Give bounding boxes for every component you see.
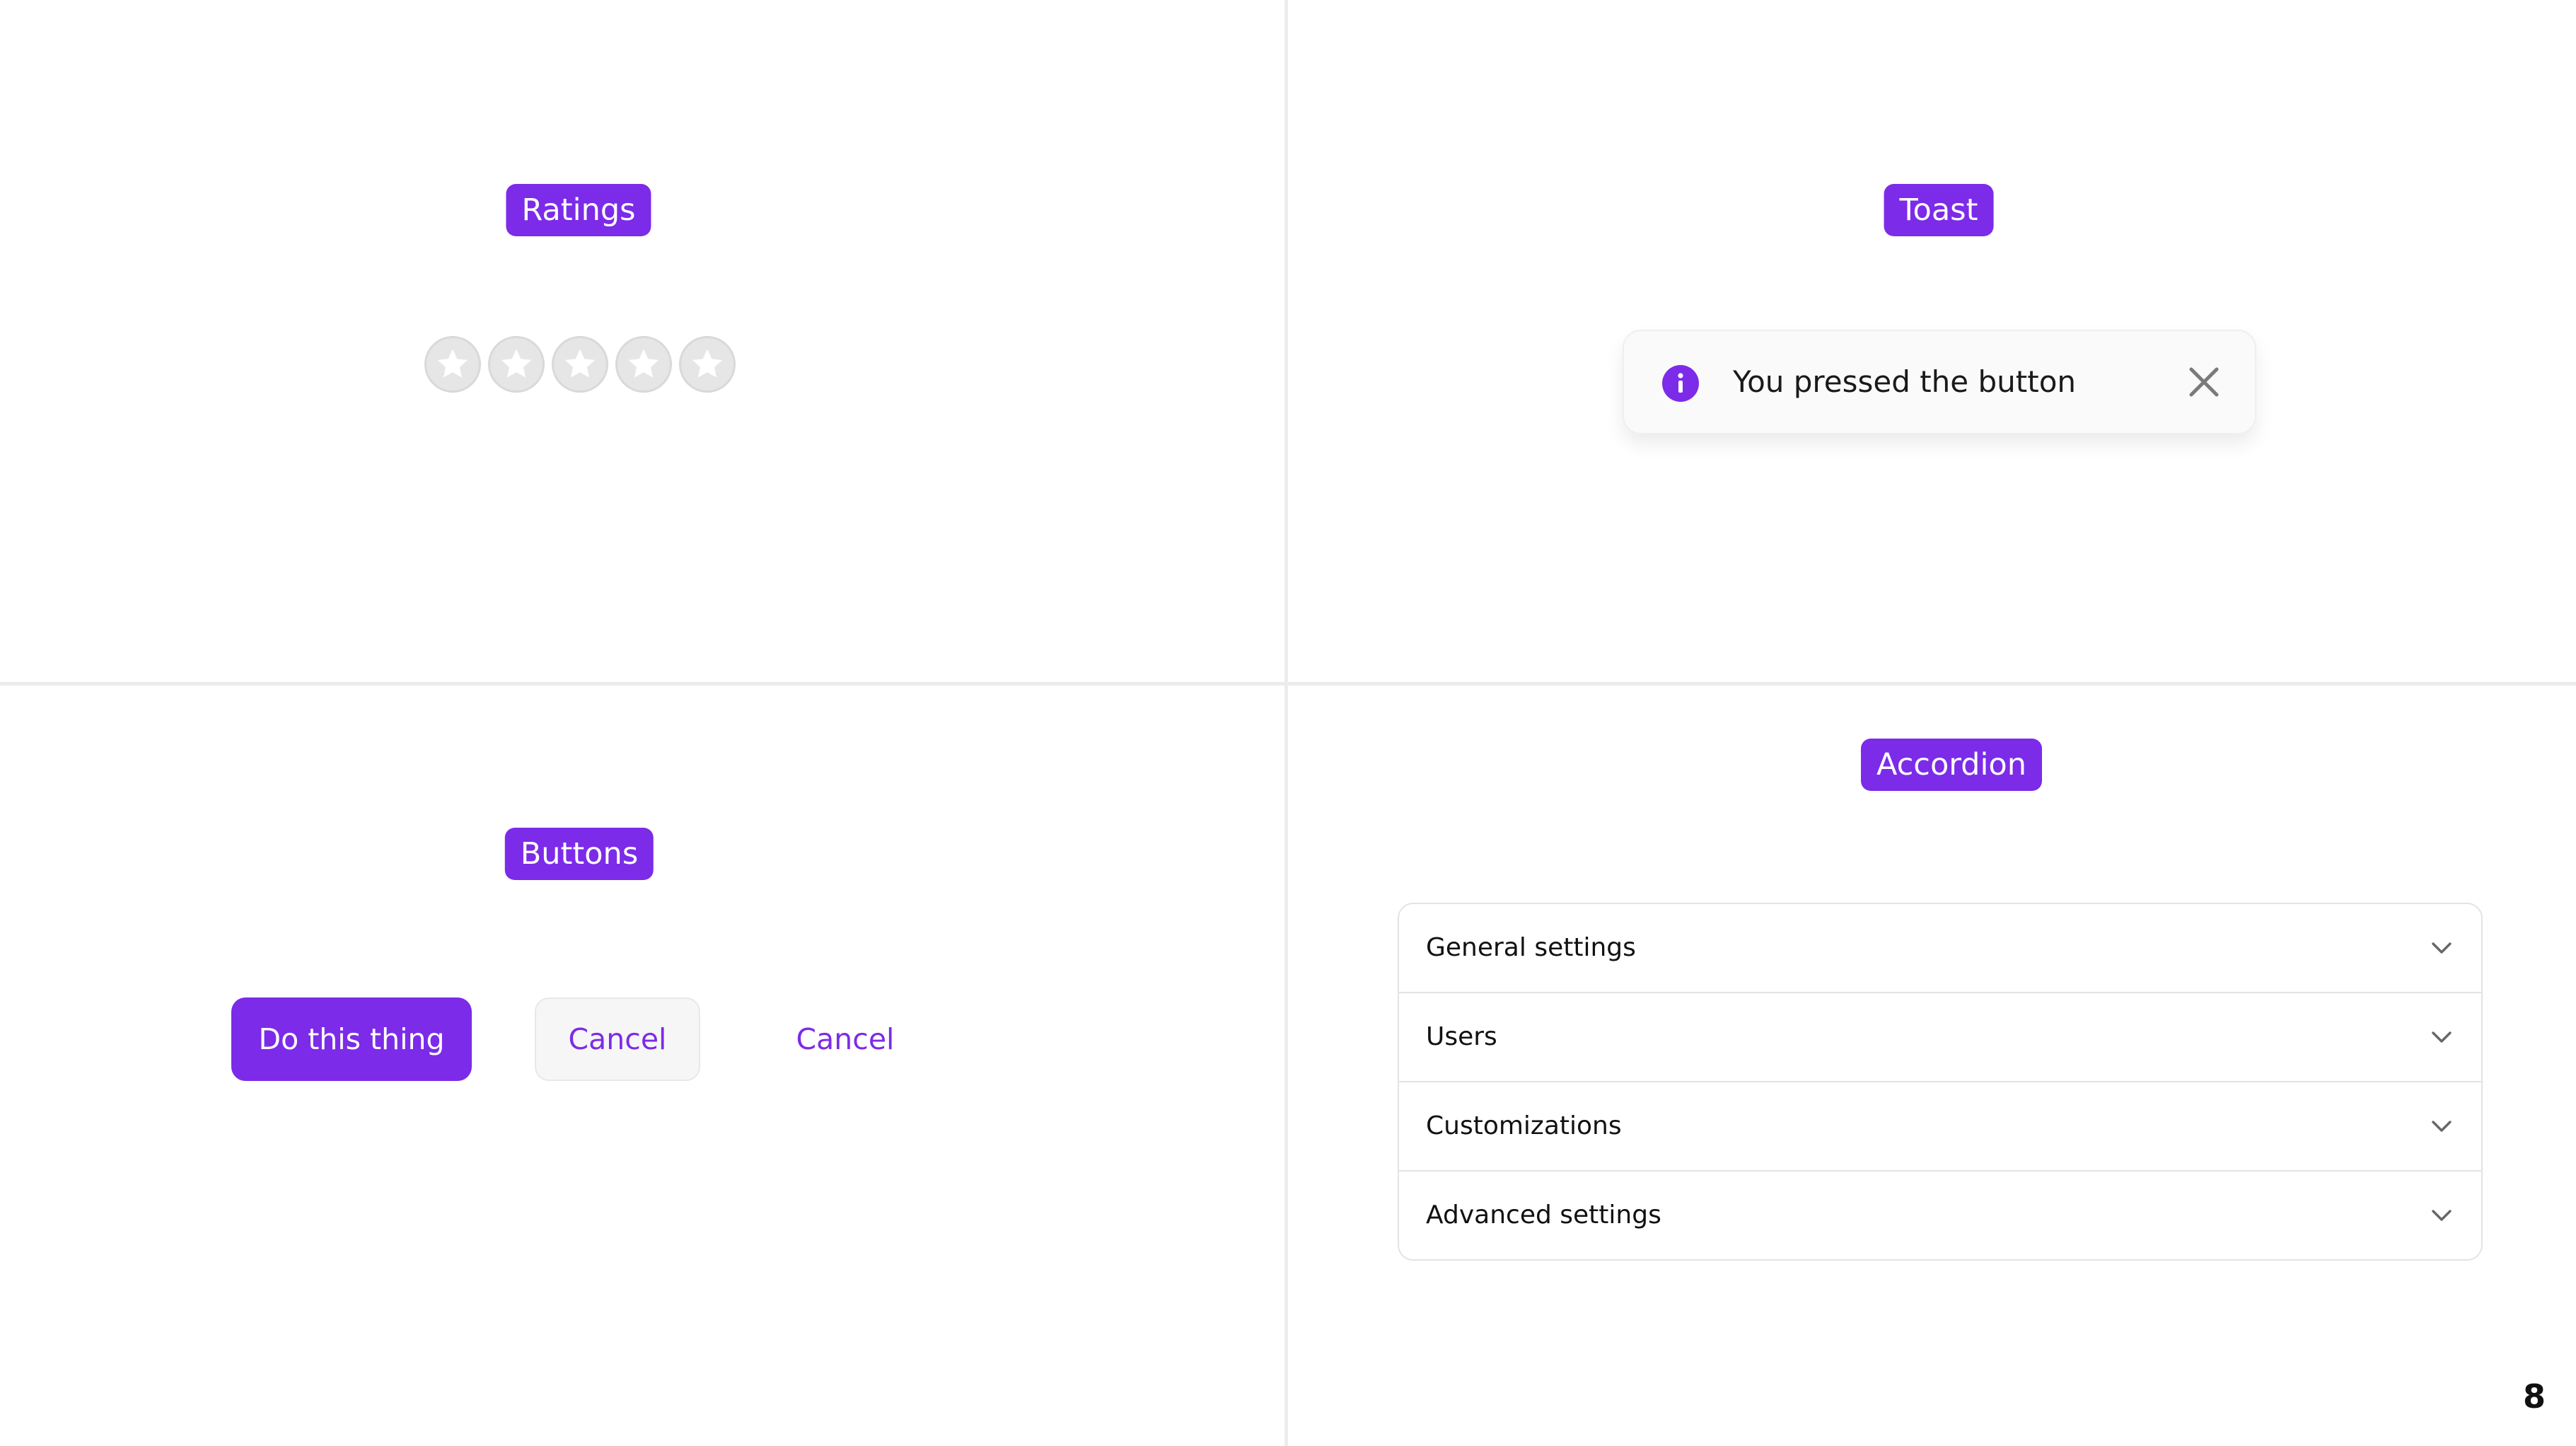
star-3-icon[interactable] (552, 336, 608, 393)
accordion-tag: Accordion (1861, 739, 2042, 791)
toast-message: You pressed the button (1733, 364, 2077, 399)
close-icon[interactable] (2186, 364, 2222, 400)
chevron-down-icon (2429, 1114, 2454, 1139)
accordion-item-users[interactable]: Users (1399, 993, 2481, 1082)
accordion-item-advanced-settings[interactable]: Advanced settings (1399, 1172, 2481, 1259)
ratings-tag: Ratings (506, 184, 651, 236)
do-this-thing-button[interactable]: Do this thing (231, 997, 472, 1081)
page: Ratings Toast You pressed the button But… (0, 0, 2576, 1446)
cancel-secondary-button[interactable]: Cancel (535, 997, 700, 1081)
info-icon (1662, 365, 1699, 402)
star-5-icon[interactable] (679, 336, 736, 393)
accordion: General settings Users Customizations Ad… (1398, 903, 2483, 1261)
accordion-item-label: Customizations (1426, 1111, 1622, 1140)
star-2-icon[interactable] (488, 336, 545, 393)
toast-tag: Toast (1884, 184, 1994, 236)
accordion-item-general-settings[interactable]: General settings (1399, 904, 2481, 993)
accordion-item-label: Advanced settings (1426, 1201, 1661, 1230)
cancel-tertiary-button[interactable]: Cancel (765, 997, 925, 1081)
accordion-item-label: General settings (1426, 933, 1636, 962)
star-1-icon[interactable] (424, 336, 481, 393)
page-number: 8 (2522, 1377, 2546, 1416)
vertical-divider (1284, 0, 1288, 1446)
chevron-down-icon (2429, 1024, 2454, 1050)
star-rating[interactable] (424, 336, 736, 393)
accordion-item-label: Users (1426, 1022, 1497, 1051)
buttons-tag: Buttons (504, 828, 654, 880)
accordion-item-customizations[interactable]: Customizations (1399, 1082, 2481, 1172)
chevron-down-icon (2429, 1203, 2454, 1228)
chevron-down-icon (2429, 935, 2454, 961)
horizontal-divider (0, 682, 2576, 686)
toast-notification: You pressed the button (1623, 330, 2256, 434)
star-4-icon[interactable] (615, 336, 672, 393)
